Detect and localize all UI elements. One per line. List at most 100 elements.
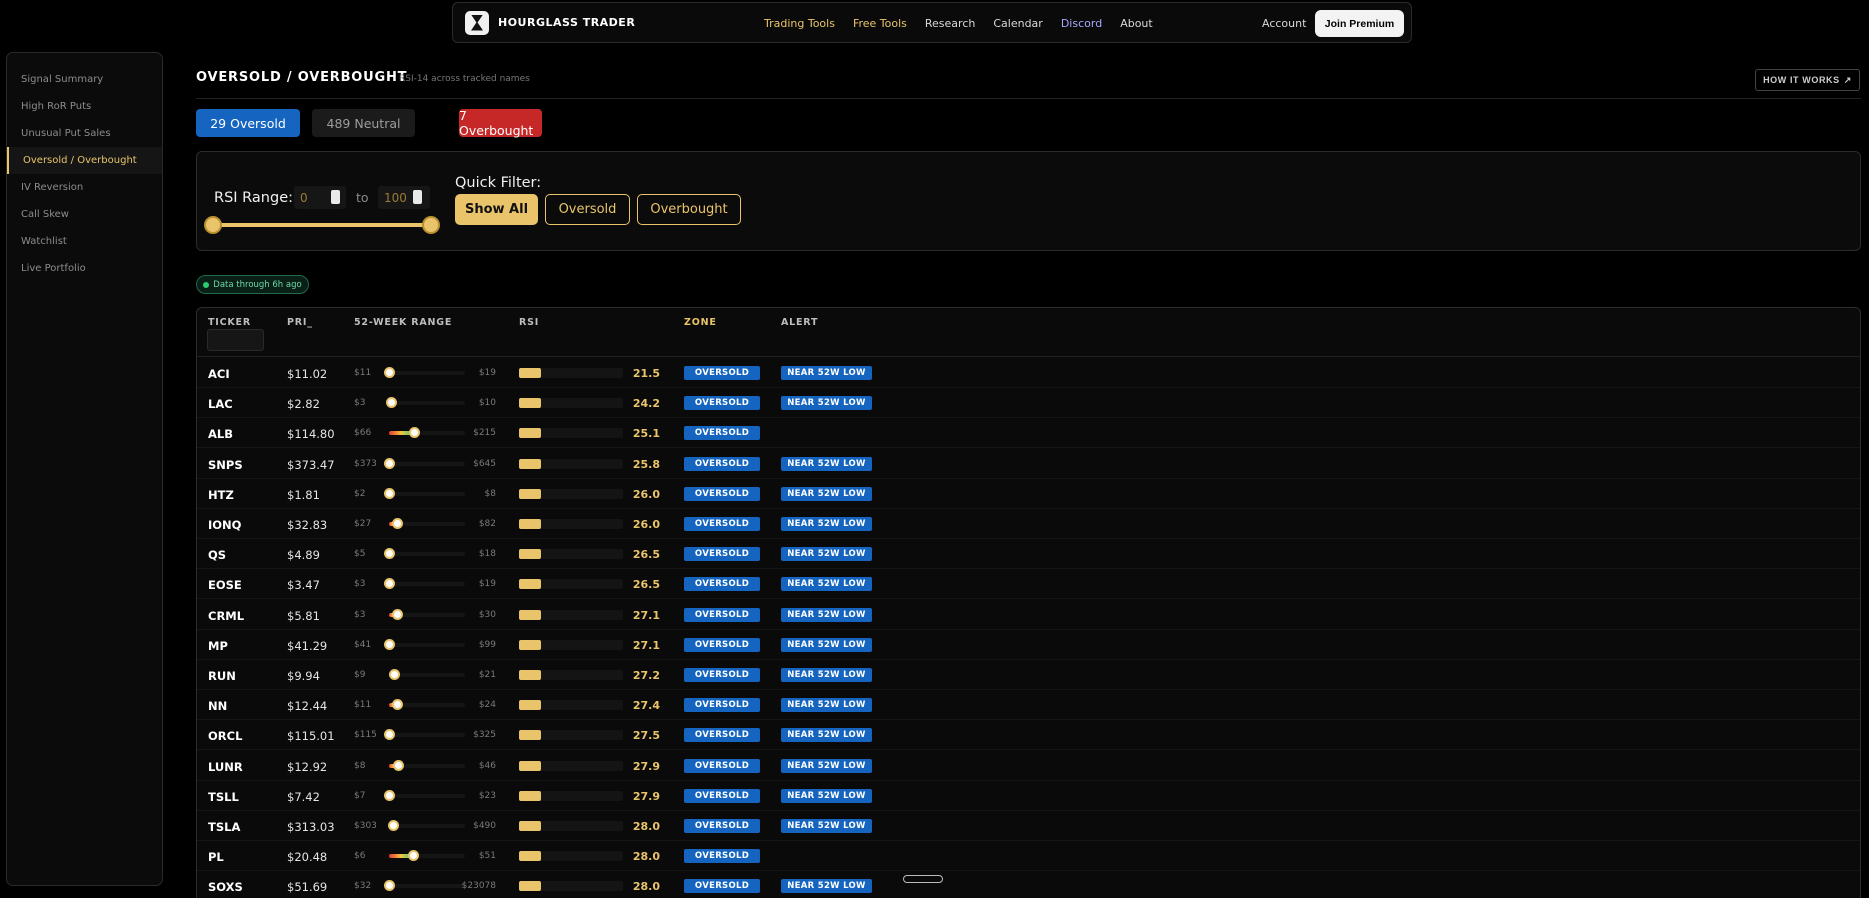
ticker-cell[interactable]: LUNR [208,760,243,774]
ticker-cell[interactable]: QS [208,548,226,562]
nav-link-discord[interactable]: Discord [1061,17,1102,30]
how-it-works-button[interactable]: HOW IT WORKS ↗ [1755,69,1860,91]
nav-link-research[interactable]: Research [925,17,975,30]
ticker-cell[interactable]: ALB [208,427,233,441]
table-row[interactable]: PL $20.48 $6 $51 28.0 OVERSOLD [197,841,1860,872]
price-cell: $4.89 [287,548,320,563]
ticker-cell[interactable]: RUN [208,669,236,683]
alert-badge: NEAR 52W LOW [781,547,872,562]
ticker-cell[interactable]: SOXS [208,880,243,894]
range-high-cell: $46 [478,760,496,771]
price-position-marker [384,578,395,590]
rsi-bar-fill [519,488,541,499]
sidebar-item-signal-summary[interactable]: Signal Summary [7,66,162,93]
table-row[interactable]: LAC $2.82 $3 $10 24.2 OVERSOLD NEAR 52W LOW [197,388,1860,419]
table-row[interactable]: SNPS $373.47 $373 $645 25.8 OVERSOLD NEAR 52W … [197,449,1860,479]
zone-badge: OVERSOLD [684,486,760,501]
sidebar-item-unusual-put-sales[interactable]: Unusual Put Sales [7,120,162,147]
zone-badge: OVERSOLD [684,758,760,773]
join-premium-button[interactable]: Join Premium [1315,10,1404,37]
ticker-cell[interactable]: NN [208,699,227,713]
table-row[interactable]: EOSE $3.47 $3 $19 26.5 OVERSOLD NEAR 52W LOW [197,569,1860,600]
ticker-cell[interactable]: TSLL [208,790,239,804]
table-row[interactable]: CRML $5.81 $3 $30 27.1 OVERSOLD NEAR 52W LOW [197,600,1860,630]
rsi-min-spinner-icon[interactable] [331,190,340,204]
scroll-indicator[interactable] [903,875,943,883]
ticker-cell[interactable]: CRML [208,609,244,623]
rsi-bar-fill [519,428,541,439]
show-all-button[interactable]: Show All [455,194,538,225]
ticker-cell[interactable]: MP [208,639,228,653]
sidebar-item-high-ror-puts[interactable]: High RoR Puts [7,93,162,120]
zone-badge: OVERSOLD [684,879,760,894]
brand-name[interactable]: HOURGLASS TRADER [498,16,635,29]
rsi-range-max-handle[interactable] [422,216,440,234]
rsi-value-cell: 27.9 [632,789,660,803]
ticker-cell[interactable]: PL [208,850,224,864]
rsi-value-cell: 27.4 [632,699,660,713]
rsi-bar-track [519,579,623,590]
table-row[interactable]: TSLA $313.03 $303 $490 28.0 OVERSOLD NEAR 52W … [197,811,1860,841]
table-row[interactable]: IONQ $32.83 $27 $82 26.0 OVERSOLD NEAR 52W LOW [197,509,1860,539]
table-row[interactable]: ACI $11.02 $11 $19 21.5 OVERSOLD NEAR 52W LOW [197,358,1860,388]
range-low-cell: $2 [354,488,366,499]
neutral-count-pill[interactable]: 489 Neutral [312,109,415,137]
table-row[interactable]: NN $12.44 $11 $24 27.4 OVERSOLD NEAR 52W LOW [197,690,1860,721]
rsi-max-spinner-icon[interactable] [413,190,422,204]
column-header-alert[interactable]: ALERT [781,317,818,328]
table-row[interactable]: QS $4.89 $5 $18 26.5 OVERSOLD NEAR 52W LOW [197,539,1860,570]
ticker-cell[interactable]: ORCL [208,729,242,743]
ticker-cell[interactable]: IONQ [208,518,241,532]
column-header-ticker[interactable]: TICKER [208,317,251,328]
rsi-bar-fill [519,851,541,862]
column-header-rsi[interactable]: RSI [519,317,539,328]
overbought-filter-button[interactable]: Overbought [637,194,741,225]
range-low-cell: $11 [354,368,372,378]
sidebar-item-live-portfolio[interactable]: Live Portfolio [7,255,162,282]
alert-badge: NEAR 52W LOW [781,517,872,531]
ticker-cell[interactable]: ACI [208,367,230,381]
page-title: OVERSOLD / OVERBOUGHT [196,70,408,85]
oversold-count-pill[interactable]: 29 Oversold [196,109,300,137]
column-header-52-week-range[interactable]: 52-WEEK RANGE [354,317,452,328]
rsi-range-slider-track[interactable] [212,223,430,227]
price-cell: $32.83 [287,518,328,532]
sidebar-item-watchlist[interactable]: Watchlist [7,228,162,255]
ticker-cell[interactable]: TSLA [208,820,240,834]
nav-links: Trading Tools Free Tools Research Calend… [764,3,1153,44]
account-link[interactable]: Account [1262,17,1306,30]
table-row[interactable]: MP $41.29 $41 $99 27.1 OVERSOLD NEAR 52W LOW [197,630,1860,660]
rsi-range-min-handle[interactable] [204,216,222,234]
column-header-price[interactable]: PRI_ [287,317,313,328]
column-header-zone[interactable]: ZONE [684,317,717,328]
ticker-cell[interactable]: HTZ [208,488,234,502]
sidebar-item-oversold-overbought[interactable]: Oversold / Overbought [7,147,162,174]
table-row[interactable]: LUNR $12.92 $8 $46 27.9 OVERSOLD NEAR 52W LOW [197,751,1860,781]
ticker-cell[interactable]: SNPS [208,458,243,472]
ticker-cell[interactable]: EOSE [208,578,242,592]
price-position-marker [385,397,397,409]
nav-link-calendar[interactable]: Calendar [993,17,1042,30]
zone-badge: OVERSOLD [684,366,760,380]
price-cell: $12.44 [287,699,328,714]
sidebar-item-iv-reversion[interactable]: IV Reversion [7,174,162,201]
oversold-filter-button[interactable]: Oversold [545,194,630,225]
nav-link-trading-tools[interactable]: Trading Tools [764,17,835,30]
table-row[interactable]: ALB $114.80 $66 $215 25.1 OVERSOLD [197,418,1860,449]
price-position-marker [387,820,399,831]
table-row[interactable]: ORCL $115.01 $115 $325 27.5 OVERSOLD NEAR 52W … [197,720,1860,751]
nav-link-about[interactable]: About [1120,17,1153,30]
hourglass-logo-icon[interactable] [465,10,489,35]
rsi-max-input[interactable] [378,186,430,209]
alert-badge: NEAR 52W LOW [781,577,872,592]
table-row[interactable]: SOXS $51.69 $32 $23078 28.0 OVERSOLD NEAR 52W … [197,871,1860,898]
price-cell: $5.81 [287,608,320,623]
nav-link-free-tools[interactable]: Free Tools [853,17,907,30]
ticker-cell[interactable]: LAC [208,397,233,411]
table-row[interactable]: RUN $9.94 $9 $21 27.2 OVERSOLD NEAR 52W LOW [197,660,1860,690]
table-row[interactable]: TSLL $7.42 $7 $23 27.9 OVERSOLD NEAR 52W LOW [197,781,1860,811]
table-row[interactable]: HTZ $1.81 $2 $8 26.0 OVERSOLD NEAR 52W LOW [197,479,1860,509]
overbought-count-pill[interactable]: 7 Overbought [459,108,542,138]
sidebar-item-call-skew[interactable]: Call Skew [7,201,162,228]
ticker-filter-input[interactable] [207,329,264,351]
